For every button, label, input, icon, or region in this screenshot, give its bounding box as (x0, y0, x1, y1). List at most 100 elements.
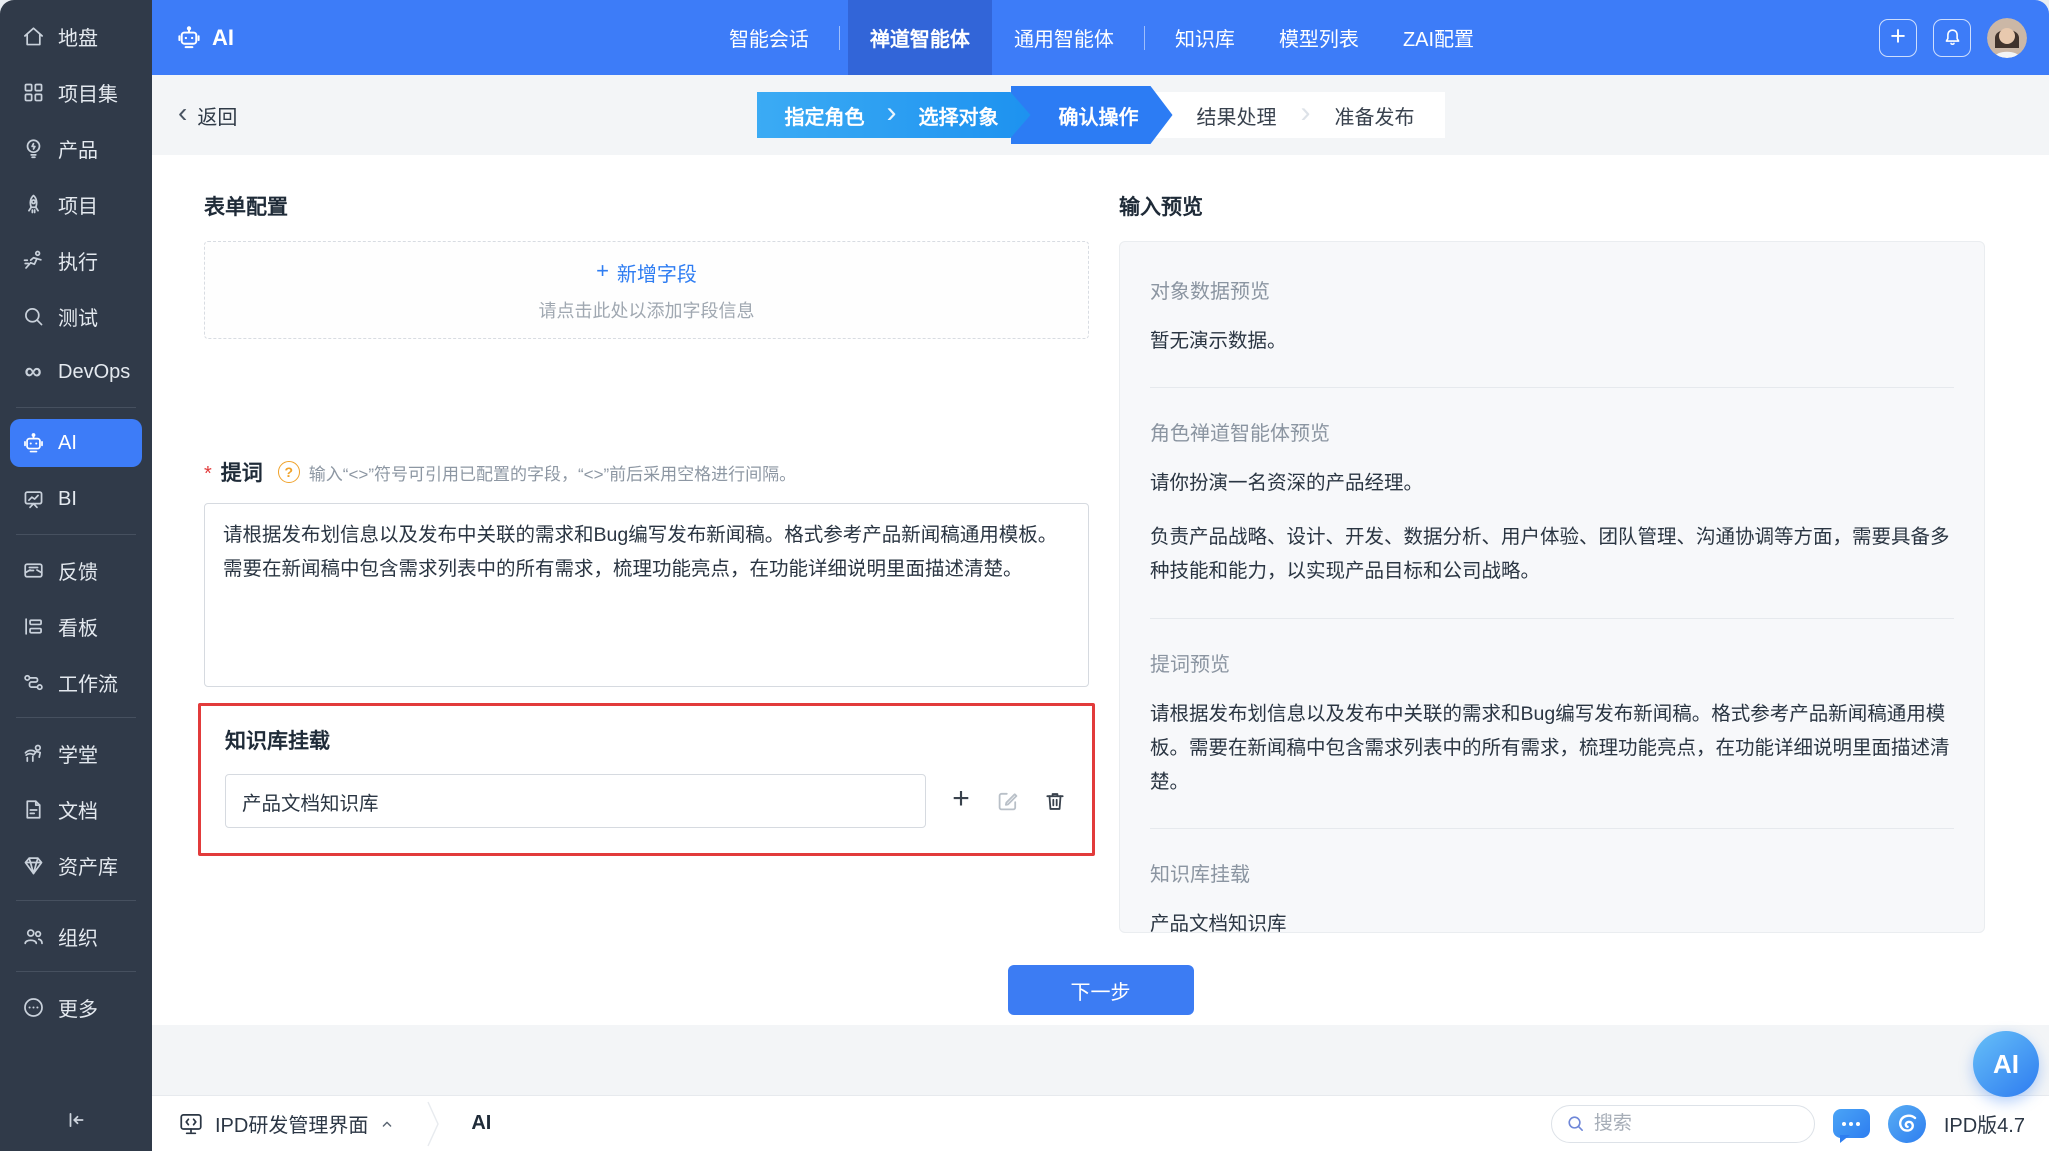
bottom-gray-strip (152, 1025, 2049, 1095)
add-field-label: 新增字段 (617, 258, 697, 287)
sidebar-item-home[interactable]: 地盘 (0, 8, 152, 64)
step-assign-role[interactable]: 指定角色 (785, 101, 865, 130)
sidebar-item-product[interactable]: 产品 (0, 120, 152, 176)
knowledge-base-highlight-box: 知识库挂载 + (198, 703, 1095, 856)
sidebar-item-label: 学堂 (58, 739, 98, 768)
required-mark: * (204, 463, 212, 486)
sidebar-item-label: 执行 (58, 246, 98, 275)
current-module-label: AI (471, 1112, 491, 1135)
nav-divider (839, 26, 840, 50)
workspace-switcher[interactable]: IPD研发管理界面 (178, 1109, 395, 1138)
wizard-steps-done: 指定角色 › 选择对象 (757, 92, 1031, 138)
sidebar-item-feedback[interactable]: 反馈 (0, 542, 152, 598)
chat-bubble-icon[interactable] (1833, 1109, 1870, 1138)
top-navbar: AI 智能会话 禅道智能体 通用智能体 知识库 模型列表 ZAI配置 + (152, 0, 2049, 75)
preview-section-heading: 角色禅道智能体预览 (1150, 417, 1954, 446)
trash-icon (1043, 789, 1067, 813)
tab-knowledge-base[interactable]: 知识库 (1153, 0, 1257, 75)
help-icon[interactable]: ? (278, 461, 300, 483)
back-button[interactable]: ‹ 返回 (178, 101, 237, 130)
add-field-hint: 请点击此处以添加字段信息 (539, 297, 755, 323)
sidebar-item-ai[interactable]: AI (10, 419, 142, 467)
step-result-handling[interactable]: 结果处理 (1197, 101, 1277, 130)
sidebar-item-docs[interactable]: 文档 (0, 781, 152, 837)
sidebar-item-label: 测试 (58, 302, 98, 331)
sidebar-item-execution[interactable]: 执行 (0, 232, 152, 288)
infinity-icon: ∞ (21, 360, 45, 384)
sidebar-item-label: 资产库 (58, 851, 118, 880)
teacher-icon (21, 741, 45, 765)
home-icon (21, 24, 45, 48)
add-knowledge-base-button[interactable]: + (948, 788, 974, 814)
navbar-actions: + (1496, 18, 2049, 58)
zentao-logo (1888, 1105, 1926, 1143)
wizard-steps: 指定角色 › 选择对象 确认操作 结果处理 › 准备发布 (757, 86, 1445, 144)
tab-general-agent[interactable]: 通用智能体 (992, 0, 1136, 75)
sidebar-item-organization[interactable]: 组织 (0, 908, 152, 964)
avatar[interactable] (1987, 18, 2027, 58)
workspace-name: IPD研发管理界面 (215, 1109, 368, 1138)
magnifier-icon (21, 304, 45, 328)
more-icon (21, 995, 45, 1019)
step-select-object[interactable]: 选择对象 (919, 101, 999, 130)
sidebar-item-devops[interactable]: ∞ DevOps (0, 344, 152, 400)
module-brand-label: AI (212, 25, 234, 51)
tab-model-list[interactable]: 模型列表 (1257, 0, 1381, 75)
grid-icon (21, 80, 45, 104)
knowledge-base-input[interactable] (225, 774, 926, 828)
preview-section-body: 请根据发布划信息以及发布中关联的需求和Bug编写发布新闻稿。格式参考产品新闻稿通… (1150, 697, 1954, 799)
notifications-button[interactable] (1933, 19, 1971, 57)
sidebar-item-label: 更多 (58, 993, 98, 1022)
monitor-icon (178, 1111, 204, 1137)
prompt-textarea[interactable]: 请根据发布划信息以及发布中关联的需求和Bug编写发布新闻稿。格式参考产品新闻稿通… (204, 503, 1089, 687)
preview-section-heading: 提词预览 (1150, 648, 1954, 677)
sidebar-item-testing[interactable]: 测试 (0, 288, 152, 344)
chevron-up-icon (379, 1116, 395, 1132)
sidebar: 地盘 项目集 产品 项目 执行 测试 ∞ DevOps AI (0, 0, 152, 1151)
robot-icon (21, 431, 45, 455)
sidebar-item-label: DevOps (58, 361, 130, 384)
step-confirm-action[interactable]: 确认操作 (1059, 101, 1139, 130)
sidebar-item-academy[interactable]: 学堂 (0, 725, 152, 781)
wizard-bar: ‹ 返回 指定角色 › 选择对象 确认操作 结果处理 › 准备发布 (152, 75, 2049, 155)
step-prepare-publish[interactable]: 准备发布 (1335, 101, 1415, 130)
tab-zai-config[interactable]: ZAI配置 (1381, 0, 1496, 75)
add-field-dropzone[interactable]: + 新增字段 请点击此处以添加字段信息 (204, 241, 1089, 339)
sidebar-divider (16, 900, 136, 901)
collapse-sidebar-button[interactable] (0, 1093, 152, 1151)
preview-section-body: 暂无演示数据。 (1150, 324, 1954, 358)
form-section-title: 表单配置 (204, 191, 1089, 221)
tab-smart-chat[interactable]: 智能会话 (707, 0, 831, 75)
sidebar-item-label: 项目集 (58, 78, 118, 107)
sidebar-item-bi[interactable]: BI (0, 471, 152, 527)
search-input[interactable] (1594, 1113, 1800, 1135)
chevron-right-icon: › (1301, 98, 1311, 128)
preview-section-heading: 知识库挂载 (1150, 858, 1954, 887)
sidebar-item-label: 组织 (58, 922, 98, 951)
add-field-button[interactable]: + 新增字段 (596, 258, 697, 287)
preview-section-body: 产品文档知识库 (1150, 907, 1954, 933)
chevron-right-icon: › (887, 98, 897, 128)
prompt-label-row: * 提词 ? 输入“<>”符号可引用已配置的字段，“<>”前后采用空格进行间隔。 (204, 457, 1089, 487)
plus-icon: + (952, 784, 970, 814)
sidebar-item-program[interactable]: 项目集 (0, 64, 152, 120)
next-step-button[interactable]: 下一步 (1008, 965, 1194, 1015)
sidebar-item-project[interactable]: 项目 (0, 176, 152, 232)
search-box (1551, 1105, 1815, 1143)
sidebar-item-more[interactable]: 更多 (0, 979, 152, 1035)
app-window: 地盘 项目集 产品 项目 执行 测试 ∞ DevOps AI (0, 0, 2049, 1151)
tab-zentao-agent[interactable]: 禅道智能体 (848, 0, 992, 75)
edit-knowledge-base-button[interactable] (995, 788, 1021, 814)
sidebar-item-kanban[interactable]: 看板 (0, 598, 152, 654)
sidebar-item-assets[interactable]: 资产库 (0, 837, 152, 893)
ai-assistant-fab[interactable]: AI (1973, 1031, 2039, 1097)
chevron-left-icon: ‹ (178, 99, 187, 127)
preview-title: 输入预览 (1119, 191, 1985, 221)
create-button[interactable]: + (1879, 19, 1917, 57)
footer-bar: IPD研发管理界面 AI IPD版4.7 (152, 1095, 2049, 1151)
sidebar-item-workflow[interactable]: 工作流 (0, 654, 152, 710)
collapse-icon (65, 1109, 87, 1136)
feedback-icon (21, 558, 45, 582)
delete-knowledge-base-button[interactable] (1042, 788, 1068, 814)
preview-section-heading: 对象数据预览 (1150, 275, 1954, 304)
